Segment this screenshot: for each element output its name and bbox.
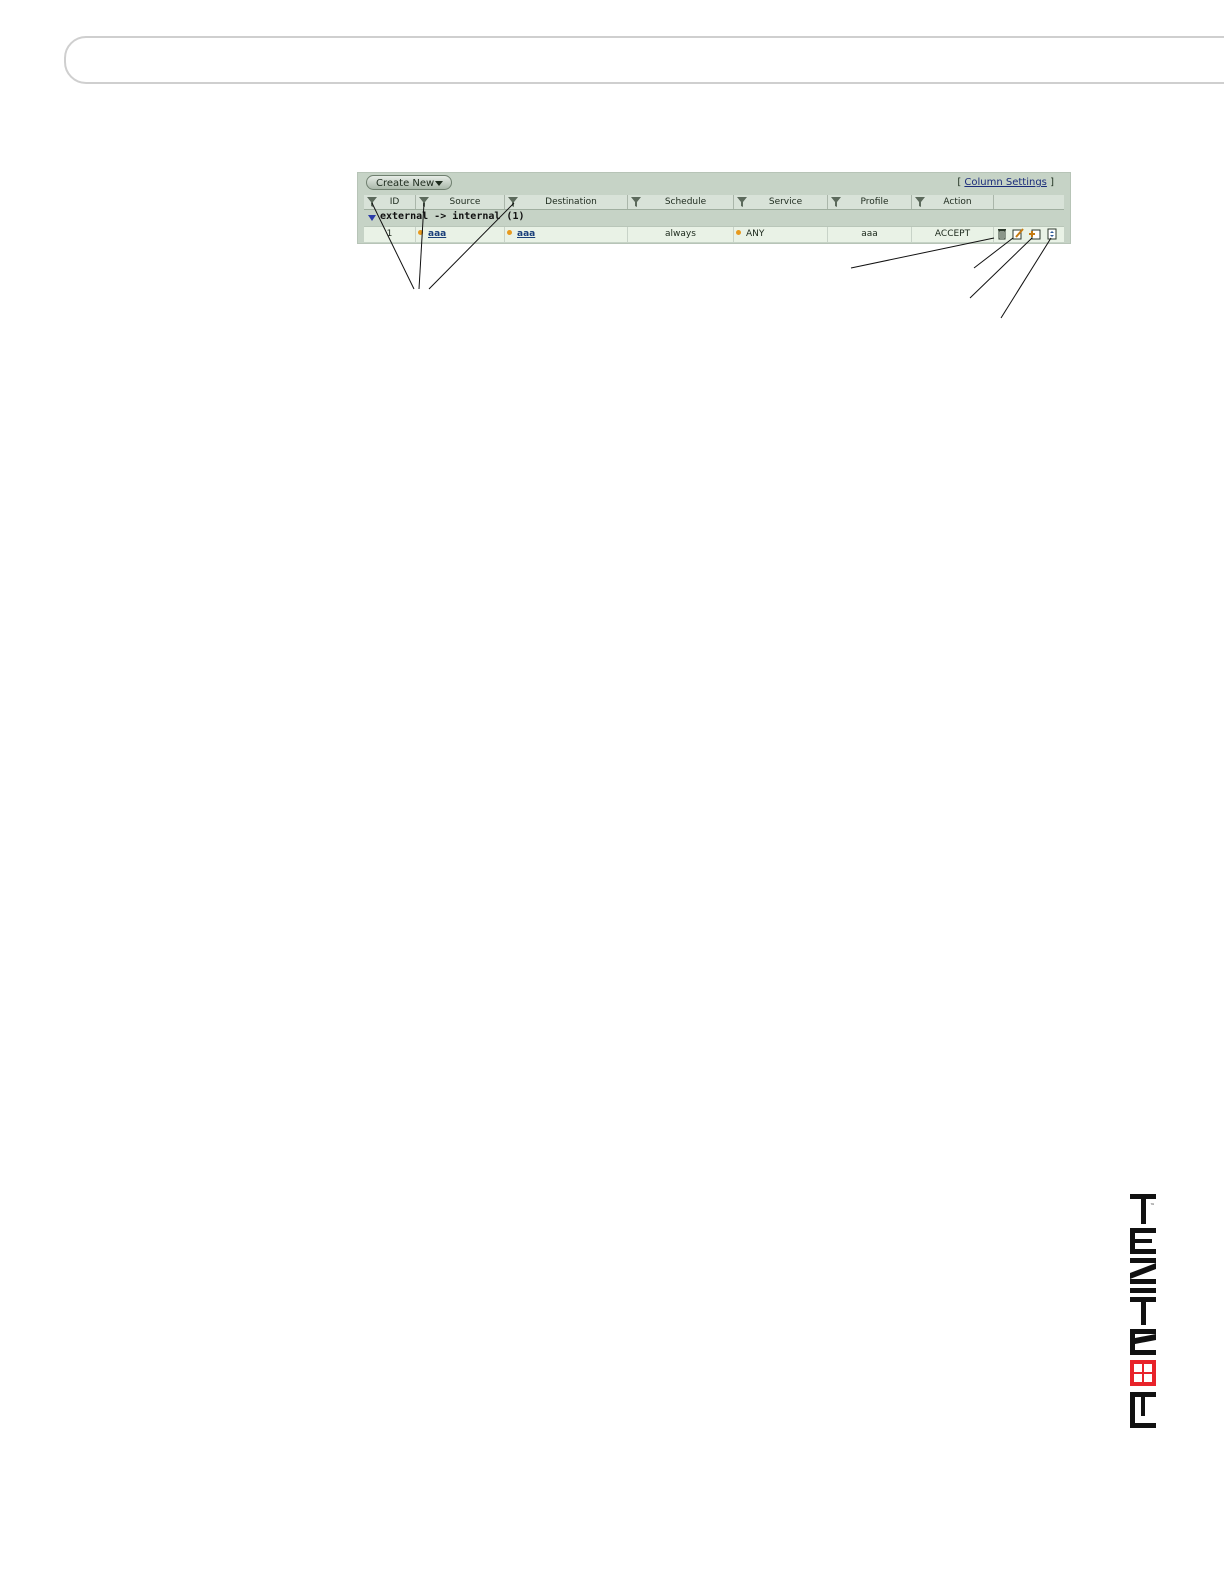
callout-line <box>1000 237 1052 319</box>
callout-line <box>850 237 995 269</box>
callout-lines <box>371 202 1052 319</box>
callout-line <box>428 202 515 290</box>
callout-line <box>418 202 425 290</box>
callout-line <box>973 237 1014 269</box>
trademark-mark: ™ <box>1150 1203 1155 1209</box>
fortinet-logo: ™ <box>1130 1194 1156 1428</box>
callout-line <box>371 202 415 290</box>
